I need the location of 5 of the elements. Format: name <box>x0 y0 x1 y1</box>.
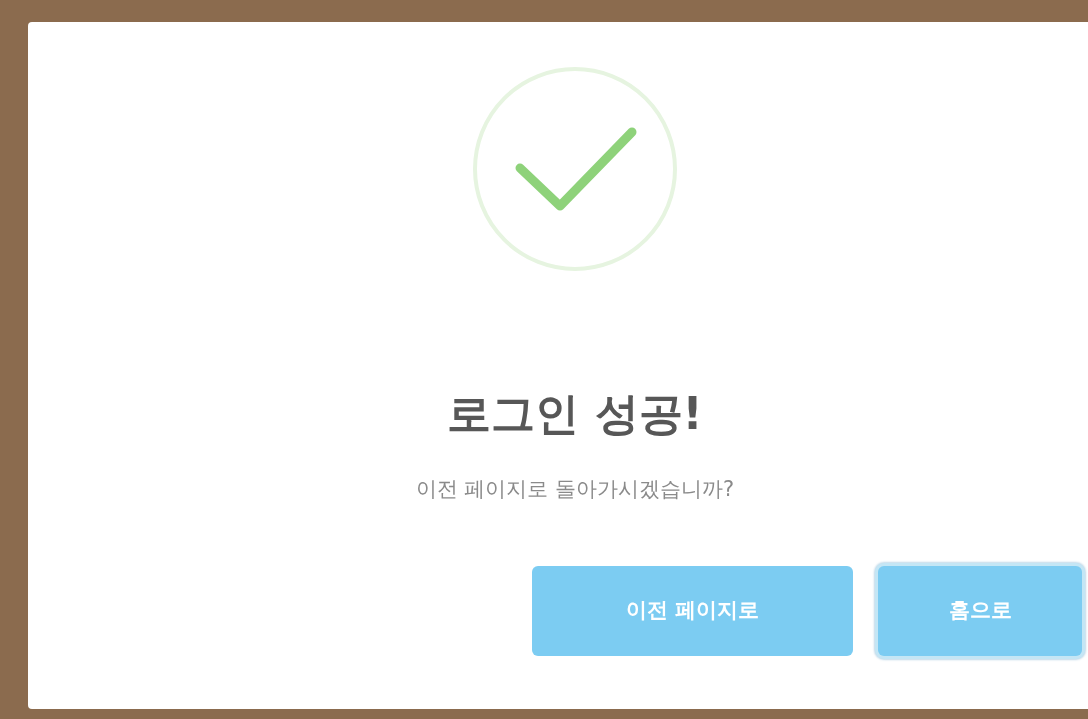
back-button[interactable]: 이전 페이지로 <box>532 565 853 656</box>
success-check-icon <box>472 66 678 272</box>
home-button[interactable]: 홈으로 <box>878 565 1082 656</box>
dialog-title: 로그인 성공! <box>447 392 703 436</box>
dialog-message: 이전 페이지로 돌아가시겠습니까? <box>415 476 735 503</box>
